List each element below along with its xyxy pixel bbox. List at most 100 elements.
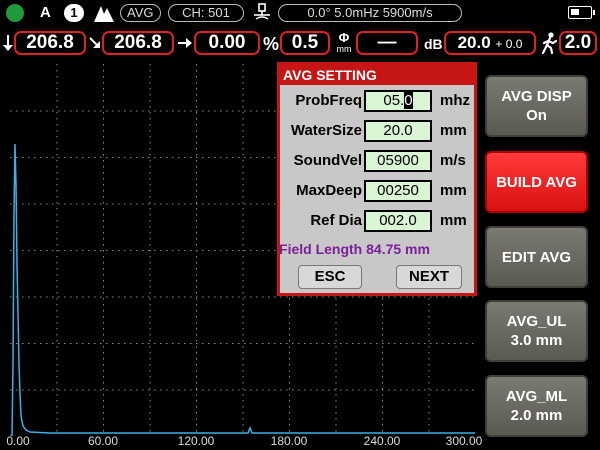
grid-dot [334,389,336,391]
grid-dot [388,389,390,391]
grid-dot [149,316,151,318]
step-reading[interactable]: 2.0 [559,31,597,55]
grid-dot [58,157,60,158]
esc-button[interactable]: ESC [298,265,362,289]
grid-dot [304,389,306,391]
grid-dot [56,196,58,198]
grid-dot [76,296,78,298]
grid-dot [103,286,104,288]
grid-dot [196,190,197,192]
grid-dot [56,394,58,396]
grid-dot [335,346,337,348]
grid-dot [149,310,151,312]
grid-dot [364,389,366,391]
grid-dot [58,343,60,344]
grid-dot [154,157,156,158]
next-button[interactable]: NEXT [396,265,462,289]
grid-dot [335,358,337,360]
dialog-title: AVG SETTING [280,65,474,85]
grid-dot [196,100,197,102]
grid-dot [242,172,244,174]
probfreq-input[interactable]: 05.0 [364,90,432,112]
grid-dot [335,304,337,306]
grid-dot [178,110,180,112]
grid-dot [406,296,408,298]
grid-dot [149,184,151,186]
grid-dot [28,203,30,205]
grid-dot [196,154,197,156]
grid-dot [10,389,12,391]
build-avg-label: BUILD AVG [496,173,577,191]
grid-dot [149,82,151,84]
grid-dot [10,110,12,112]
grid-dot [149,286,151,288]
avg-ml-button[interactable]: AVG_ML 2.0 mm [485,375,588,437]
soundvel-input[interactable]: 05900 [364,150,432,172]
grid-dot [335,412,337,414]
grid-dot [196,148,197,150]
grid-dot [262,389,264,391]
grid-dot [196,262,197,264]
refdia-input[interactable]: 002.0 [364,210,432,232]
grid-dot [364,296,366,298]
build-avg-button[interactable]: BUILD AVG [485,151,588,213]
grid-dot [149,70,151,72]
grid-dot [289,382,290,384]
grid-dot [56,280,58,282]
grid-dot [28,343,30,344]
grid-dot [400,296,402,298]
grid-dot [196,316,197,318]
grid-dot [268,296,270,298]
grid-dot [196,292,197,294]
avg-disp-button[interactable]: AVG DISP On [485,75,588,137]
grid-dot [22,296,24,298]
grid-dot [242,298,244,300]
grid-dot [103,310,104,312]
wave-letter: A [40,4,51,21]
grid-dot [22,203,24,205]
grid-dot [466,343,468,344]
grid-dot [242,64,244,66]
grid-dot [328,296,330,298]
grid-dot [196,418,197,420]
avg-ul-label: AVG_UL [506,313,567,330]
grid-dot [196,376,197,378]
x-tick-label: 60.00 [87,434,119,448]
grid-dot [242,214,244,216]
grid-dot [154,250,156,251]
edit-avg-button[interactable]: EDIT AVG [485,226,588,288]
grid-dot [149,106,151,108]
text-cursor: 0 [404,92,413,109]
grid-dot [103,226,104,228]
grid-dot [172,110,174,112]
grid-dot [149,418,151,420]
gain-value: 20.0 [457,33,491,52]
grid-dot [208,250,210,251]
grid-dot [232,389,234,391]
grid-dot [242,76,244,78]
grid-dot [70,296,72,298]
avg-ul-button[interactable]: AVG_UL 3.0 mm [485,300,588,362]
grid-dot [382,406,383,408]
grid-dot [242,226,244,228]
gain-box[interactable]: 20.0 + 0.0 [444,31,536,55]
grid-dot [448,296,450,298]
grid-dot [70,157,72,158]
maxdeep-input[interactable]: 00250 [364,180,432,202]
grid-dot [242,184,244,186]
grid-dot [56,232,58,234]
grid-dot [70,250,72,251]
grid-dot [202,250,204,251]
diameter-reading: — [356,31,418,55]
watersize-input[interactable]: 20.0 [364,120,432,142]
field-row-probfreq: ProbFreq 05.0 mhz [280,89,476,115]
grid-dot [10,343,12,344]
grid-dot [136,343,138,344]
grid-dot [142,203,144,205]
grid-dot [94,250,96,251]
grid-dot [56,406,58,408]
grid-dot [103,262,104,264]
grid-dot [56,238,58,240]
grid-dot [28,250,30,251]
grid-dot [196,70,197,72]
